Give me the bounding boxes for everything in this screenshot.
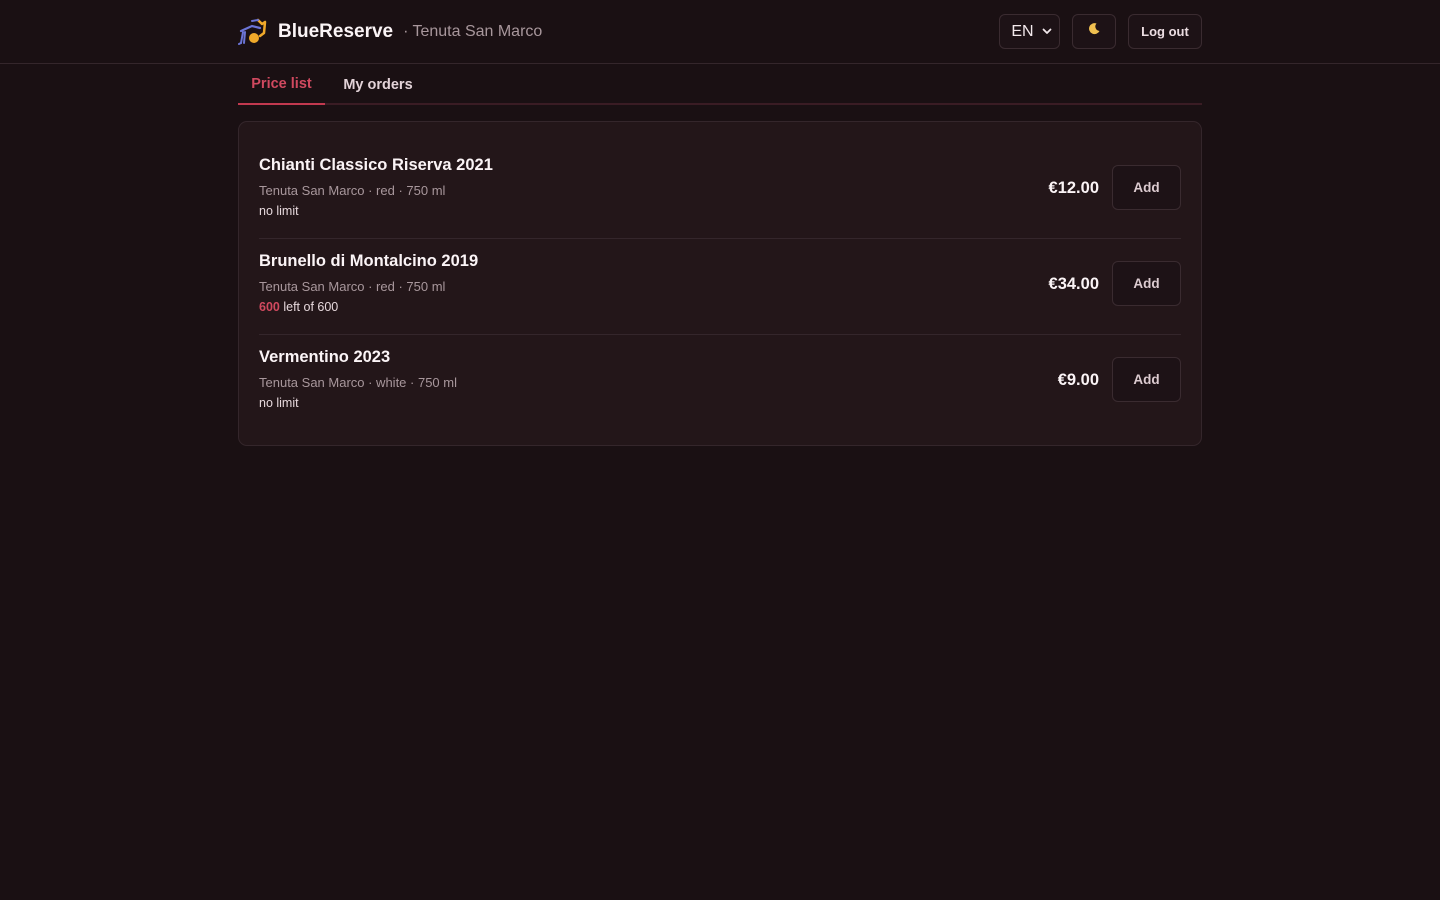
product-limit: no limit: [259, 204, 299, 218]
product-meta: Tenuta San Marco · red · 750 ml: [259, 279, 446, 294]
chevron-down-icon: [1042, 28, 1052, 35]
brand-separator: ·: [403, 23, 409, 40]
language-select[interactable]: EN: [999, 14, 1060, 49]
theme-toggle-button[interactable]: [1072, 14, 1116, 49]
tab-price-list[interactable]: Price list: [238, 64, 325, 105]
price-list-card: Chianti Classico Riserva 2021 Tenuta San…: [238, 121, 1202, 446]
product-price: €34.00: [1048, 275, 1099, 293]
add-button[interactable]: Add: [1112, 357, 1181, 402]
moon-icon: [1087, 22, 1101, 41]
add-button[interactable]: Add: [1112, 261, 1181, 306]
product-name: Vermentino 2023: [259, 348, 391, 366]
tab-bar: Price list My orders: [238, 64, 1202, 105]
top-bar: BlueReserve · Tenuta San Marco EN Log ou…: [0, 0, 1440, 64]
product-price: €9.00: [1057, 371, 1099, 389]
product-price: €12.00: [1048, 179, 1099, 197]
language-value: EN: [1011, 22, 1034, 40]
winery-name: Tenuta San Marco: [412, 23, 543, 40]
limit-text: left of 600: [283, 300, 339, 314]
product-limit: 600 left of 600: [259, 300, 338, 314]
logout-button[interactable]: Log out: [1128, 14, 1202, 49]
product-row: Chianti Classico Riserva 2021 Tenuta San…: [259, 143, 1181, 239]
product-row: Brunello di Montalcino 2019 Tenuta San M…: [259, 239, 1181, 335]
add-button[interactable]: Add: [1112, 165, 1181, 210]
product-meta: Tenuta San Marco · red · 750 ml: [259, 183, 446, 198]
product-name: Brunello di Montalcino 2019: [259, 252, 479, 270]
logo-icon: [238, 17, 268, 47]
remaining-count: 600: [259, 300, 280, 314]
app-name: BlueReserve: [278, 21, 394, 42]
product-name: Chianti Classico Riserva 2021: [259, 156, 493, 174]
product-limit: no limit: [259, 396, 299, 410]
product-meta: Tenuta San Marco · white · 750 ml: [259, 375, 457, 390]
tab-my-orders[interactable]: My orders: [330, 64, 426, 105]
header-controls: EN Log out: [999, 14, 1202, 49]
brand[interactable]: BlueReserve · Tenuta San Marco: [238, 16, 542, 48]
product-row: Vermentino 2023 Tenuta San Marco · white…: [259, 335, 1181, 431]
